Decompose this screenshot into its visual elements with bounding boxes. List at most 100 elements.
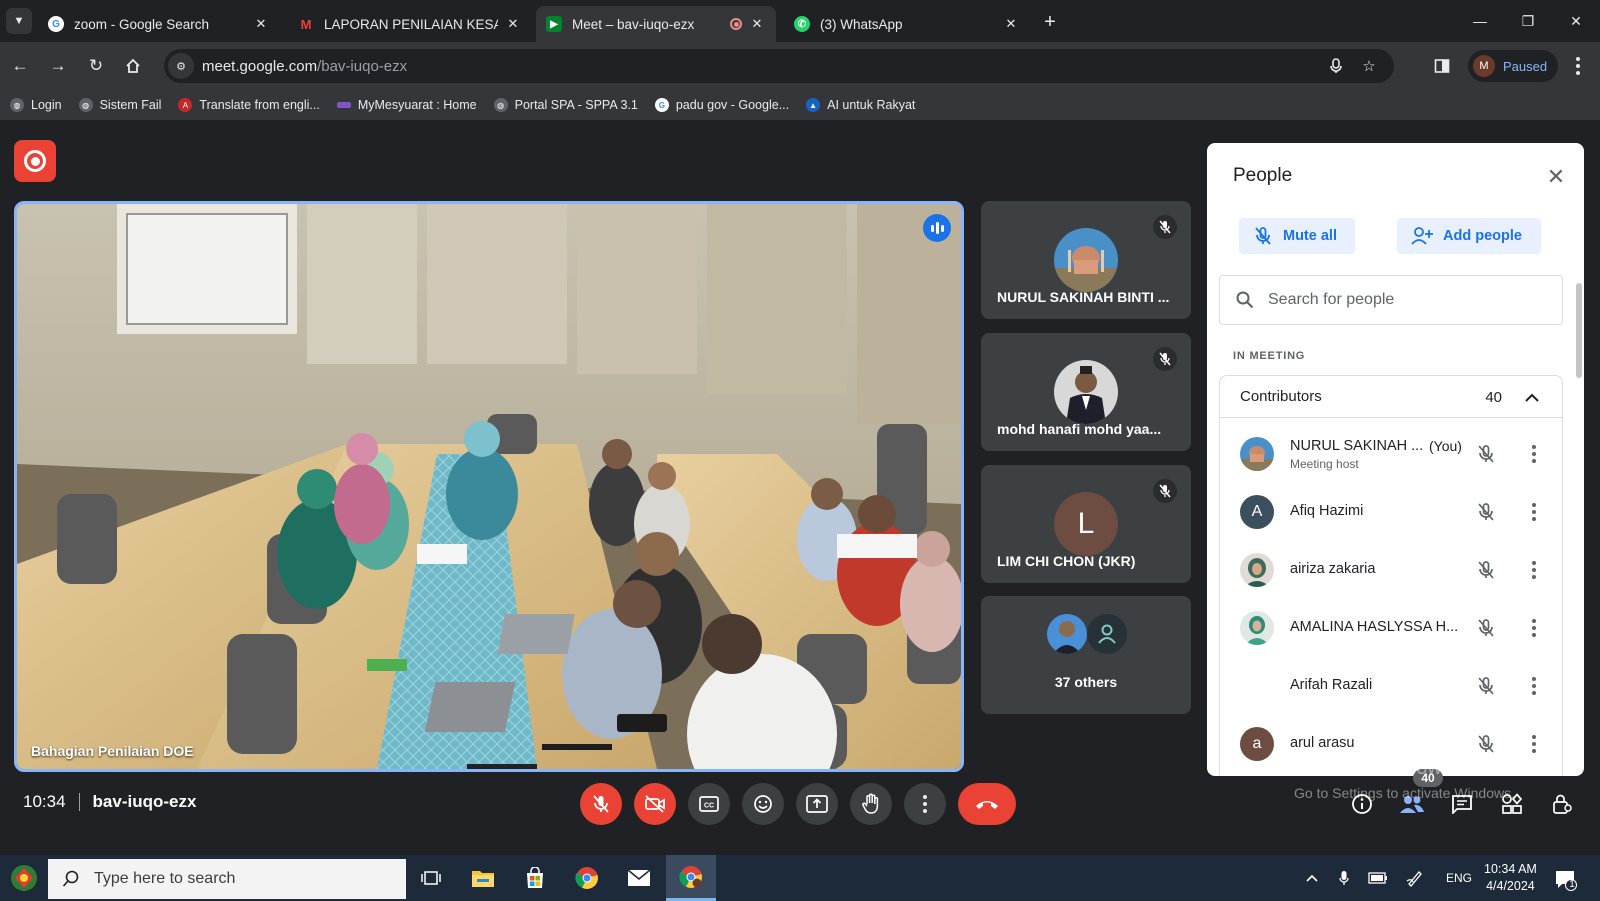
mic-off-icon[interactable] — [1474, 732, 1498, 756]
bookmark-padu-gov[interactable]: Gpadu gov - Google... — [654, 98, 789, 112]
taskbar-search[interactable] — [48, 859, 406, 899]
file-explorer-icon[interactable] — [458, 855, 508, 901]
main-video-tile[interactable]: Bahagian Penilaian DOE — [14, 201, 964, 772]
chevron-up-icon[interactable] — [1522, 387, 1542, 407]
search-icon — [1236, 291, 1254, 309]
bookmark-login[interactable]: ◍ Login — [10, 98, 62, 112]
present-screen-button[interactable] — [796, 783, 838, 825]
muted-mic-icon — [1153, 215, 1177, 239]
participant-name: NURUL SAKINAH ... — [1290, 438, 1424, 454]
chrome-profile-icon[interactable] — [666, 855, 716, 901]
tab-gmail[interactable]: M LAPORAN PENILAIAN KESAN K ✕ — [288, 6, 532, 42]
restore-icon[interactable]: ❐ — [1504, 0, 1552, 42]
bookmark-ai-untuk-rakyat[interactable]: ▲ AI untuk Rakyat — [806, 98, 915, 112]
participant-row[interactable]: A Afiq Hazimi — [1220, 483, 1564, 541]
activate-windows-watermark: Activate Windows Go to Settings to activ… — [1294, 757, 1515, 801]
browser-tab-strip: ▼ G zoom - Google Search ✕ M LAPORAN PEN… — [0, 0, 1600, 42]
panel-scrollbar[interactable] — [1576, 283, 1582, 378]
participant-tile[interactable]: L LIM CHI CHON (JKR) — [981, 465, 1191, 583]
speaking-indicator-icon — [923, 214, 951, 242]
microphone-in-use-icon[interactable] — [1332, 868, 1356, 888]
participant-tile[interactable]: mohd hanafi mohd yaa... — [981, 333, 1191, 451]
captions-button[interactable]: CC — [688, 783, 730, 825]
participant-row[interactable]: NURUL SAKINAH ... (You) Meeting host — [1220, 425, 1564, 483]
profile-button[interactable]: M Paused — [1468, 50, 1558, 82]
tab-whatsapp[interactable]: ✆ (3) WhatsApp ✕ — [784, 6, 1030, 42]
mic-off-icon[interactable] — [1474, 674, 1498, 698]
bookmark-sistem-fail[interactable]: ◍ Sistem Fail — [78, 98, 161, 112]
taskbar-search-input[interactable] — [94, 870, 384, 888]
mic-off-icon[interactable] — [1474, 558, 1498, 582]
forward-arrow-icon[interactable]: → — [46, 54, 70, 78]
tab-google-search[interactable]: G zoom - Google Search ✕ — [38, 6, 280, 42]
mic-off-button[interactable] — [580, 783, 622, 825]
host-controls-button[interactable] — [1544, 786, 1580, 822]
start-logo-icon — [11, 865, 37, 891]
participant-tile[interactable]: NURUL SAKINAH BINTI ... — [981, 201, 1191, 319]
people-search[interactable] — [1219, 275, 1563, 325]
participant-avatar — [1054, 360, 1118, 424]
pen-workspace-icon[interactable] — [1403, 868, 1427, 888]
bookmark-mymesyuarat[interactable]: MyMesyuarat : Home — [336, 98, 477, 112]
show-hidden-icons-chevron-icon[interactable] — [1300, 868, 1324, 888]
emoji-reaction-button[interactable] — [742, 783, 784, 825]
window-close-icon[interactable]: ✕ — [1552, 0, 1600, 42]
camera-off-button[interactable] — [634, 783, 676, 825]
site-settings-icon[interactable]: ⚙ — [168, 53, 194, 79]
more-options-icon[interactable] — [1522, 442, 1546, 466]
microsoft-store-icon[interactable] — [510, 855, 560, 901]
tab-close-icon[interactable]: ✕ — [1002, 15, 1020, 33]
notification-center-icon[interactable]: 1 — [1553, 867, 1577, 891]
present-screen-icon — [806, 795, 828, 813]
search-people-input[interactable] — [1268, 291, 1538, 309]
bookmark-star-icon[interactable]: ☆ — [1357, 54, 1381, 78]
more-options-icon[interactable] — [1522, 616, 1546, 640]
tab-close-icon[interactable]: ✕ — [252, 15, 270, 33]
close-icon[interactable]: ✕ — [1542, 163, 1570, 191]
mic-off-icon[interactable] — [1474, 616, 1498, 640]
bookmark-translate[interactable]: A Translate from engli... — [178, 98, 320, 112]
more-options-icon[interactable] — [1522, 558, 1546, 582]
add-people-button[interactable]: Add people — [1397, 218, 1541, 254]
tab-search-chevron-icon[interactable]: ▼ — [6, 8, 32, 34]
home-icon[interactable] — [121, 54, 145, 78]
task-view-icon[interactable] — [406, 855, 456, 901]
side-panel-icon[interactable] — [1430, 54, 1454, 78]
leave-call-button[interactable] — [958, 783, 1016, 825]
minimize-icon[interactable]: — — [1456, 0, 1504, 42]
people-panel: People ✕ Mute all Add people IN MEETING … — [1207, 143, 1584, 776]
more-options-button[interactable] — [904, 783, 946, 825]
recording-icon[interactable] — [14, 140, 56, 182]
more-options-icon[interactable] — [1522, 500, 1546, 524]
battery-icon[interactable] — [1366, 868, 1390, 888]
participant-row[interactable]: Arifah Razali — [1220, 657, 1564, 715]
participant-avatar — [1240, 669, 1274, 703]
reload-icon[interactable]: ↻ — [84, 54, 108, 78]
participant-row[interactable]: airiza zakaria — [1220, 541, 1564, 599]
mail-icon[interactable] — [614, 855, 664, 901]
language-indicator[interactable]: ENG — [1444, 868, 1474, 888]
others-tile[interactable]: 37 others — [981, 596, 1191, 714]
mic-off-icon[interactable] — [1474, 500, 1498, 524]
taskbar-clock[interactable]: 10:34 AM 4/4/2024 — [1484, 861, 1537, 895]
mic-off-icon[interactable] — [1474, 442, 1498, 466]
meeting-code[interactable]: bav-iuqo-ezx — [93, 792, 197, 812]
others-count-label: 37 others — [1054, 674, 1118, 690]
tab-meet[interactable]: ▶ Meet – bav-iuqo-ezx ✕ — [536, 6, 776, 42]
back-arrow-icon[interactable]: ← — [8, 54, 32, 78]
chrome-icon[interactable] — [562, 855, 612, 901]
more-options-icon[interactable] — [1522, 674, 1546, 698]
bookmark-portal-spa[interactable]: ◍ Portal SPA - SPPA 3.1 — [493, 98, 638, 112]
mute-all-button[interactable]: Mute all — [1239, 218, 1355, 254]
tab-close-icon[interactable]: ✕ — [504, 15, 522, 33]
address-bar[interactable]: ⚙ meet.google.com/bav-iuqo-ezx ☆ — [164, 49, 1394, 83]
more-options-icon[interactable] — [1522, 732, 1546, 756]
participant-row[interactable]: AMALINA HASLYSSA H... — [1220, 599, 1564, 657]
microphone-icon[interactable] — [1324, 54, 1348, 78]
start-button[interactable] — [0, 855, 48, 901]
tab-close-icon[interactable]: ✕ — [748, 15, 766, 33]
contributors-header[interactable]: Contributors 40 — [1220, 376, 1562, 418]
browser-menu-icon[interactable] — [1566, 54, 1590, 78]
new-tab-plus-icon[interactable]: + — [1038, 10, 1062, 34]
raise-hand-button[interactable] — [850, 783, 892, 825]
